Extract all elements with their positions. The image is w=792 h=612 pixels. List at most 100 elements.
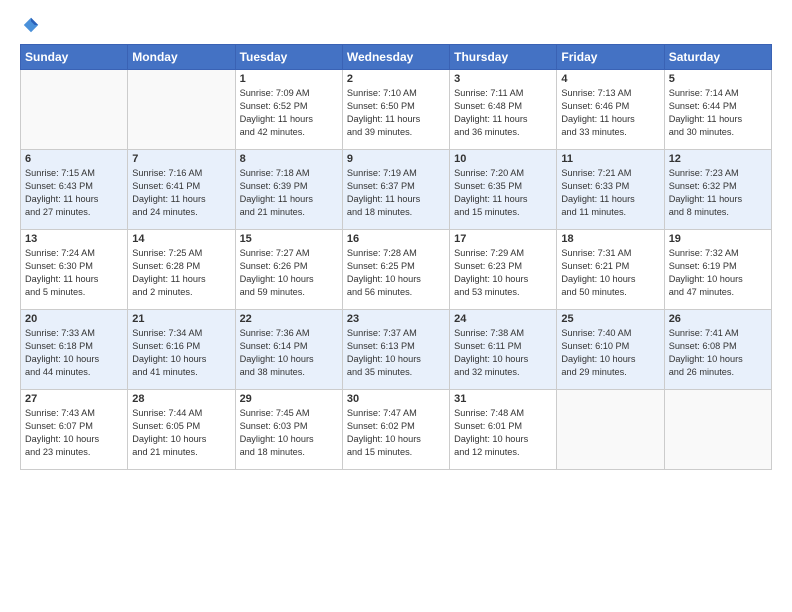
- day-number: 29: [240, 393, 338, 405]
- cell-text: Sunrise: 7:36 AMSunset: 6:14 PMDaylight:…: [240, 327, 338, 379]
- day-number: 25: [561, 313, 659, 325]
- calendar-cell: 27Sunrise: 7:43 AMSunset: 6:07 PMDayligh…: [21, 390, 128, 470]
- day-number: 1: [240, 73, 338, 85]
- calendar: SundayMondayTuesdayWednesdayThursdayFrid…: [20, 44, 772, 470]
- calendar-cell: 20 Sunrise: 7:33 AMSunset: 6:18 PMDayligh…: [21, 310, 128, 390]
- week-row-4: 27Sunrise: 7:43 AMSunset: 6:07 PMDayligh…: [21, 390, 772, 470]
- cell-text: Sunrise: 7:40 AMSunset: 6:10 PMDaylight:…: [561, 327, 659, 379]
- calendar-cell: 2Sunrise: 7:10 AMSunset: 6:50 PMDaylight…: [342, 70, 449, 150]
- calendar-cell: 25 Sunrise: 7:40 AMSunset: 6:10 PMDayligh…: [557, 310, 664, 390]
- calendar-cell: 12 Sunrise: 7:23 AMSunset: 6:32 PMDayligh…: [664, 150, 771, 230]
- week-row-2: 13 Sunrise: 7:24 AMSunset: 6:30 PMDayligh…: [21, 230, 772, 310]
- col-header-friday: Friday: [557, 45, 664, 70]
- calendar-cell: 21 Sunrise: 7:34 AMSunset: 6:16 PMDayligh…: [128, 310, 235, 390]
- cell-text: Sunrise: 7:15 AMSunset: 6:43 PMDaylight:…: [25, 167, 123, 219]
- calendar-cell: 17Sunrise: 7:29 AMSunset: 6:23 PMDayligh…: [450, 230, 557, 310]
- day-number: 16: [347, 233, 445, 245]
- calendar-cell: 31 Sunrise: 7:48 AMSunset: 6:01 PMDayligh…: [450, 390, 557, 470]
- week-row-3: 20 Sunrise: 7:33 AMSunset: 6:18 PMDayligh…: [21, 310, 772, 390]
- calendar-header-row: SundayMondayTuesdayWednesdayThursdayFrid…: [21, 45, 772, 70]
- cell-text: Sunrise: 7:11 AMSunset: 6:48 PMDaylight:…: [454, 87, 552, 139]
- calendar-cell: 13 Sunrise: 7:24 AMSunset: 6:30 PMDayligh…: [21, 230, 128, 310]
- col-header-saturday: Saturday: [664, 45, 771, 70]
- day-number: 12: [669, 153, 767, 165]
- calendar-cell: 8 Sunrise: 7:18 AMSunset: 6:39 PMDaylight…: [235, 150, 342, 230]
- calendar-cell: 28Sunrise: 7:44 AMSunset: 6:05 PMDayligh…: [128, 390, 235, 470]
- day-number: 3: [454, 73, 552, 85]
- calendar-cell: 15Sunrise: 7:27 AMSunset: 6:26 PMDayligh…: [235, 230, 342, 310]
- calendar-cell: 1 Sunrise: 7:09 AMSunset: 6:52 PMDaylight…: [235, 70, 342, 150]
- col-header-thursday: Thursday: [450, 45, 557, 70]
- cell-text: Sunrise: 7:29 AMSunset: 6:23 PMDaylight:…: [454, 247, 552, 299]
- day-number: 21: [132, 313, 230, 325]
- day-number: 6: [25, 153, 123, 165]
- day-number: 5: [669, 73, 767, 85]
- cell-text: Sunrise: 7:19 AMSunset: 6:37 PMDaylight:…: [347, 167, 445, 219]
- day-number: 13: [25, 233, 123, 245]
- col-header-sunday: Sunday: [21, 45, 128, 70]
- calendar-cell: 10 Sunrise: 7:20 AMSunset: 6:35 PMDayligh…: [450, 150, 557, 230]
- calendar-cell: [664, 390, 771, 470]
- header: [20, 16, 772, 34]
- calendar-cell: 19 Sunrise: 7:32 AMSunset: 6:19 PMDayligh…: [664, 230, 771, 310]
- day-number: 2: [347, 73, 445, 85]
- day-number: 20: [25, 313, 123, 325]
- calendar-cell: 22 Sunrise: 7:36 AMSunset: 6:14 PMDayligh…: [235, 310, 342, 390]
- calendar-cell: 3 Sunrise: 7:11 AMSunset: 6:48 PMDaylight…: [450, 70, 557, 150]
- day-number: 19: [669, 233, 767, 245]
- day-number: 10: [454, 153, 552, 165]
- day-number: 27: [25, 393, 123, 405]
- day-number: 24: [454, 313, 552, 325]
- day-number: 18: [561, 233, 659, 245]
- cell-text: Sunrise: 7:20 AMSunset: 6:35 PMDaylight:…: [454, 167, 552, 219]
- cell-text: Sunrise: 7:48 AMSunset: 6:01 PMDaylight:…: [454, 407, 552, 459]
- calendar-cell: 23Sunrise: 7:37 AMSunset: 6:13 PMDayligh…: [342, 310, 449, 390]
- calendar-cell: 9 Sunrise: 7:19 AMSunset: 6:37 PMDaylight…: [342, 150, 449, 230]
- day-number: 8: [240, 153, 338, 165]
- col-header-tuesday: Tuesday: [235, 45, 342, 70]
- calendar-cell: 29 Sunrise: 7:45 AMSunset: 6:03 PMDayligh…: [235, 390, 342, 470]
- cell-text: Sunrise: 7:18 AMSunset: 6:39 PMDaylight:…: [240, 167, 338, 219]
- week-row-1: 6 Sunrise: 7:15 AMSunset: 6:43 PMDaylight…: [21, 150, 772, 230]
- cell-text: Sunrise: 7:09 AMSunset: 6:52 PMDaylight:…: [240, 87, 338, 139]
- cell-text: Sunrise: 7:34 AMSunset: 6:16 PMDaylight:…: [132, 327, 230, 379]
- cell-text: Sunrise: 7:37 AMSunset: 6:13 PMDaylight:…: [347, 327, 445, 379]
- day-number: 11: [561, 153, 659, 165]
- calendar-cell: [21, 70, 128, 150]
- calendar-cell: [128, 70, 235, 150]
- day-number: 26: [669, 313, 767, 325]
- col-header-wednesday: Wednesday: [342, 45, 449, 70]
- week-row-0: 1 Sunrise: 7:09 AMSunset: 6:52 PMDaylight…: [21, 70, 772, 150]
- day-number: 9: [347, 153, 445, 165]
- cell-text: Sunrise: 7:31 AMSunset: 6:21 PMDaylight:…: [561, 247, 659, 299]
- cell-text: Sunrise: 7:41 AMSunset: 6:08 PMDaylight:…: [669, 327, 767, 379]
- cell-text: Sunrise: 7:16 AMSunset: 6:41 PMDaylight:…: [132, 167, 230, 219]
- cell-text: Sunrise: 7:24 AMSunset: 6:30 PMDaylight:…: [25, 247, 123, 299]
- day-number: 31: [454, 393, 552, 405]
- day-number: 22: [240, 313, 338, 325]
- day-number: 4: [561, 73, 659, 85]
- calendar-cell: 4 Sunrise: 7:13 AMSunset: 6:46 PMDaylight…: [557, 70, 664, 150]
- calendar-cell: [557, 390, 664, 470]
- logo-icon: [22, 16, 40, 34]
- cell-text: Sunrise: 7:13 AMSunset: 6:46 PMDaylight:…: [561, 87, 659, 139]
- calendar-cell: 11Sunrise: 7:21 AMSunset: 6:33 PMDayligh…: [557, 150, 664, 230]
- day-number: 7: [132, 153, 230, 165]
- day-number: 14: [132, 233, 230, 245]
- cell-text: Sunrise: 7:25 AMSunset: 6:28 PMDaylight:…: [132, 247, 230, 299]
- logo: [20, 16, 40, 34]
- calendar-cell: 5 Sunrise: 7:14 AMSunset: 6:44 PMDaylight…: [664, 70, 771, 150]
- col-header-monday: Monday: [128, 45, 235, 70]
- calendar-cell: 14 Sunrise: 7:25 AMSunset: 6:28 PMDayligh…: [128, 230, 235, 310]
- cell-text: Sunrise: 7:45 AMSunset: 6:03 PMDaylight:…: [240, 407, 338, 459]
- cell-text: Sunrise: 7:32 AMSunset: 6:19 PMDaylight:…: [669, 247, 767, 299]
- cell-text: Sunrise: 7:33 AMSunset: 6:18 PMDaylight:…: [25, 327, 123, 379]
- cell-text: Sunrise: 7:38 AMSunset: 6:11 PMDaylight:…: [454, 327, 552, 379]
- calendar-cell: 7 Sunrise: 7:16 AMSunset: 6:41 PMDaylight…: [128, 150, 235, 230]
- cell-text: Sunrise: 7:14 AMSunset: 6:44 PMDaylight:…: [669, 87, 767, 139]
- calendar-cell: 26 Sunrise: 7:41 AMSunset: 6:08 PMDayligh…: [664, 310, 771, 390]
- calendar-cell: 6 Sunrise: 7:15 AMSunset: 6:43 PMDaylight…: [21, 150, 128, 230]
- day-number: 30: [347, 393, 445, 405]
- cell-text: Sunrise: 7:23 AMSunset: 6:32 PMDaylight:…: [669, 167, 767, 219]
- calendar-cell: 18 Sunrise: 7:31 AMSunset: 6:21 PMDayligh…: [557, 230, 664, 310]
